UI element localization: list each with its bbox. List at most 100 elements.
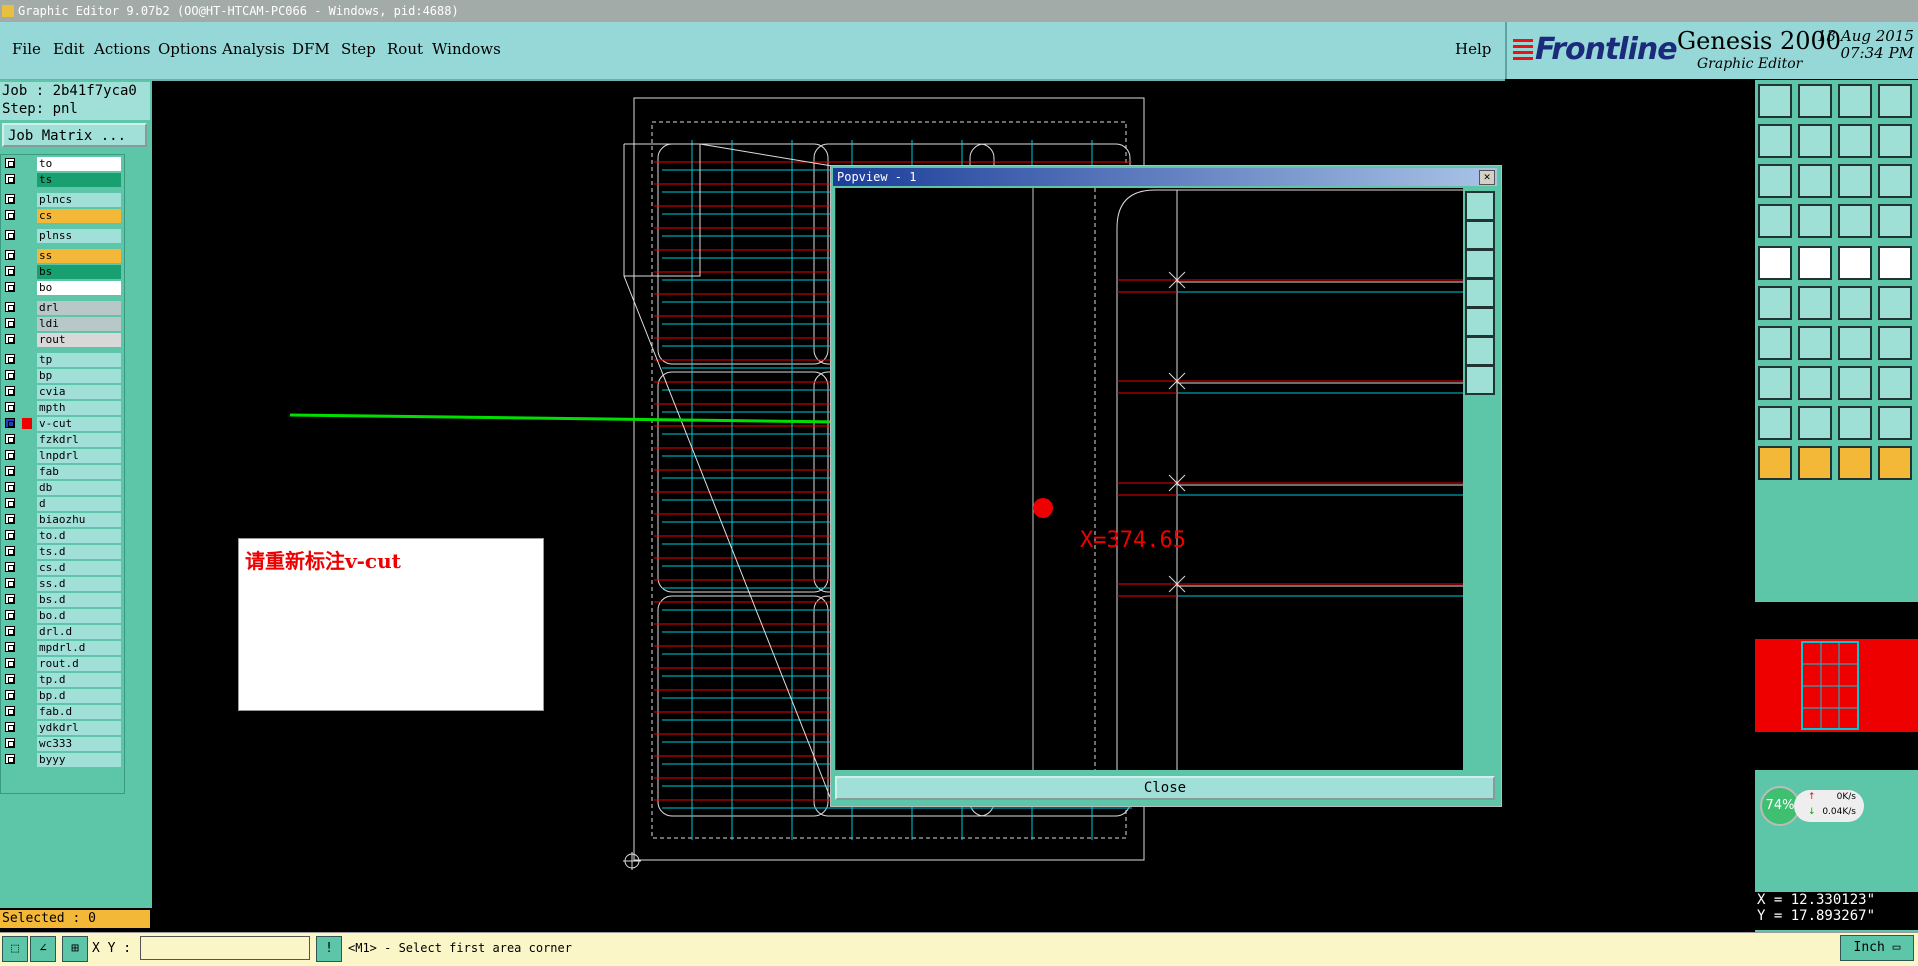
layer-checkbox[interactable] [5,514,15,524]
rotate-icon[interactable] [1838,326,1872,360]
node-icon[interactable] [1758,286,1792,320]
select-mode-icon[interactable]: ⬚ [2,936,28,962]
scale-icon[interactable] [1838,164,1872,198]
layer-name[interactable]: cs.d [37,561,121,575]
menu-edit[interactable]: Edit [53,40,84,58]
layer-checkbox[interactable] [5,318,15,328]
layer-name[interactable]: cvia [37,385,121,399]
layer-row-ts[interactable]: ts [1,173,123,187]
import-icon[interactable] [1758,124,1792,158]
help-icon[interactable] [1878,164,1912,198]
layer-row-d[interactable]: d [1,497,123,511]
route-icon[interactable] [1878,326,1912,360]
layer-row-biaozhu[interactable]: biaozhu [1,513,123,527]
menu-step[interactable]: Step [341,40,376,58]
link-icon[interactable] [1878,286,1912,320]
menu-help[interactable]: Help [1455,40,1491,58]
layer-checkbox[interactable] [5,158,15,168]
layer-checkbox[interactable] [5,530,15,540]
layer-row-fab[interactable]: fab [1,465,123,479]
job-matrix-button[interactable]: Job Matrix ... [2,123,147,147]
layer-row-rout[interactable]: rout [1,333,123,347]
layer-checkbox[interactable] [5,482,15,492]
layer-row-ss-d[interactable]: ss.d [1,577,123,591]
layer-row-ts-d[interactable]: ts.d [1,545,123,559]
menu-analysis[interactable]: Analysis [222,40,285,58]
layer-checkbox[interactable] [5,642,15,652]
layer-checkbox[interactable] [5,546,15,556]
layer-checkbox[interactable] [5,282,15,292]
layer-row-bo-d[interactable]: bo.d [1,609,123,623]
layer-row-plncs[interactable]: plncs [1,193,123,207]
layer-row-fab-d[interactable]: fab.d [1,705,123,719]
layer-row-mpdrl-d[interactable]: mpdrl.d [1,641,123,655]
frame-icon[interactable] [1838,366,1872,400]
menu-file[interactable]: File [12,40,41,58]
layer-row-mpth[interactable]: mpth [1,401,123,415]
tree-icon[interactable] [1878,446,1912,480]
layer-name[interactable]: bs.d [37,593,121,607]
diag-icon[interactable] [1798,326,1832,360]
layer-row-drl[interactable]: drl [1,301,123,315]
arrow-up-icon[interactable] [1798,406,1832,440]
xy-input[interactable] [140,936,310,960]
center-icon[interactable] [1798,164,1832,198]
pointer3-icon[interactable] [1838,446,1872,480]
layer-checkbox[interactable] [5,434,15,444]
save-icon[interactable] [1798,84,1832,118]
layer-checkbox[interactable] [5,334,15,344]
popview-close-icon[interactable]: ✕ [1479,170,1495,185]
units-button[interactable]: Inch ▭ [1840,935,1914,961]
layer-checkbox[interactable] [5,610,15,620]
layer-name[interactable]: bp.d [37,689,121,703]
popview-title-bar[interactable]: Popview - 1 ✕ [833,168,1497,186]
layer-name[interactable]: d [37,497,121,511]
layer-name[interactable]: ss [37,249,121,263]
layer-name[interactable]: wc333 [37,737,121,751]
layer-checkbox[interactable] [5,450,15,460]
layer-row-cs-d[interactable]: cs.d [1,561,123,575]
layer-name[interactable]: plnss [37,229,121,243]
layer-checkbox[interactable] [5,402,15,412]
layer-checkbox[interactable] [5,210,15,220]
slope-icon[interactable] [1758,326,1792,360]
layer-row-fzkdrl[interactable]: fzkdrl [1,433,123,447]
layer-checkbox[interactable] [5,250,15,260]
layer-checkbox[interactable] [5,498,15,508]
pop-pan-left-icon[interactable] [1465,278,1495,308]
layer-name[interactable]: bo [37,281,121,295]
layer-row-ss[interactable]: ss [1,249,123,263]
layer-row-rout-d[interactable]: rout.d [1,657,123,671]
layer-name[interactable]: rout.d [37,657,121,671]
snap-grid-icon[interactable]: ⊞ [62,936,88,962]
layer-checkbox[interactable] [5,578,15,588]
layer-checkbox[interactable] [5,194,15,204]
layer-checkbox[interactable] [5,738,15,748]
menu-rout[interactable]: Rout [387,40,423,58]
connect-icon[interactable] [1838,286,1872,320]
overview-panel[interactable] [1755,602,1918,770]
triangle-icon[interactable] [1758,406,1792,440]
layer-name[interactable]: ts.d [37,545,121,559]
layer-row-tp[interactable]: tp [1,353,123,367]
layer-row-v-cut[interactable]: v-cut [1,417,123,431]
pop-pan-up-icon[interactable] [1465,220,1495,250]
layer-checkbox[interactable] [5,230,15,240]
line-icon[interactable] [1798,246,1832,280]
layer-name[interactable]: fab.d [37,705,121,719]
layer-checkbox[interactable] [5,266,15,276]
shapes-icon[interactable] [1878,366,1912,400]
layer-up-icon[interactable] [1838,204,1872,238]
measure-mode-icon[interactable]: ∠ [30,936,56,962]
layer-name[interactable]: plncs [37,193,121,207]
layer-checkbox[interactable] [5,174,15,184]
step-icon[interactable] [1838,124,1872,158]
export-icon[interactable] [1798,124,1832,158]
pop-pan-down-icon[interactable] [1465,249,1495,279]
layer-row-bs-d[interactable]: bs.d [1,593,123,607]
dash-icon[interactable] [1798,366,1832,400]
layer-row-ydkdrl[interactable]: ydkdrl [1,721,123,735]
layer-row-cs[interactable]: cs [1,209,123,223]
layer-checkbox[interactable] [5,418,15,428]
layer-checkbox[interactable] [5,302,15,312]
